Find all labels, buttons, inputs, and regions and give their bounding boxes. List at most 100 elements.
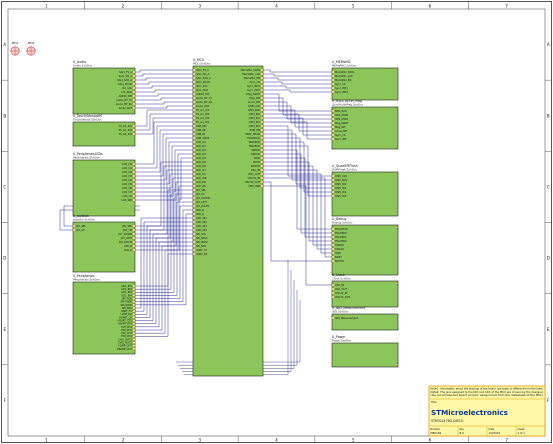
sheet-symbol-qspi: U_QuadSPIFlashQSPIFlash.SchDocQSPI_CLKQS… [331,164,399,217]
sheet-entry [192,228,196,232]
sheet-entry-label: LCD_WR [196,176,207,180]
sheet-entry [132,74,136,78]
sheet-entry-label: USB_DP [196,128,206,132]
sheet-entry-label: Mag_INT [335,125,346,129]
sheet-entry-label: JOY_LEFT [195,200,208,204]
fiducial-label: MH1 [12,41,19,45]
sheet-entry-label: SAI1_FS_A [119,70,132,74]
sheet-entry [132,124,136,128]
sheet-entry [192,252,196,256]
net-wire [135,125,193,169]
sheet-symbol-mcu: U_MCUMCU.SchDocMemsMic_DATAMemsMic_CLKMe… [192,58,264,377]
sheet-symbol-filename: TouchSensor.SchDoc [72,117,102,121]
net-wire [263,85,332,89]
sheet-entry-label: Accel_INT [248,100,261,104]
sheet-entry [192,244,196,248]
sheet-entry [132,313,136,316]
net-wire [263,109,332,128]
sheet-entry-label: SPI2_MISO [335,117,348,121]
sheet-entry-label: Audio_BT_Tx [196,96,212,100]
sheet-entry-label: LCD_D6 [196,164,206,168]
sheet-entry [331,125,335,129]
sheet-entry [192,152,196,156]
sheet-entry-label: UART_RX [196,252,208,256]
sheet-entry-label: OSC32_OUT [335,295,351,299]
sheet-symbol-filename: Debug.SchDoc [332,220,353,224]
frame-col-number: 4 [275,438,278,443]
sheet-entry [192,140,196,144]
frame-col-number: 6 [429,438,432,443]
sheet-entry-label: LCD_D4 [196,156,206,160]
title-value: STM32L476G-DISCO [431,419,464,423]
sheet-entry-label: TRACED1 [335,235,347,239]
sheet-entry-label: OSC_IN [335,283,344,287]
sheet-entry [260,180,264,184]
sheet-entry-label: OSC32_IN [248,176,260,180]
sheet-entry-label: SPI_MOSI [196,240,208,244]
net-wire [263,97,332,116]
net-wire [263,101,332,120]
frame-col-number: 1 [45,438,48,443]
sheet-entry [192,212,196,216]
net-wire [263,81,332,85]
sheet-entry-label: TRACED2 [335,239,347,243]
title-cell-label: Number [431,428,441,431]
title-cell-value: 1 of 1 [518,431,526,435]
sheet-entry [132,228,136,232]
frame-col-number: 5 [352,438,355,443]
sheet-entry-label: BOOT0 [335,259,344,263]
sheet-entry-label: OSC32_IN [335,291,347,295]
sheet-entry [192,196,196,200]
sheet-entry [192,116,196,120]
sheet-entry-label: TRACECLK [247,136,260,140]
sheet-entry [192,88,196,92]
sheet-entry [132,322,136,325]
net-wire [263,93,332,112]
sheet-symbol-filename: MCU.SchDoc [193,61,211,65]
sheet-entry-label: VDD_USB [248,184,260,188]
frame-col-number: 4 [275,4,278,9]
sheet-entry [331,247,335,251]
sheet-entry [260,164,264,168]
title-label: Title [431,400,437,404]
frame-col-number: 3 [199,4,202,9]
sheet-symbol-mems: U_MEMsMICMEMsMIC.SchDocMemsMic_DATAMemsM… [331,60,399,101]
sheet-entry-label: TRACED1 [248,144,260,148]
sheet-entry [331,74,335,78]
net-wire [263,77,332,81]
sheet-entry-label: SAI1_SCK_A [196,76,211,80]
sheet-entry-label: LCD_RD [196,180,206,184]
sheet-entry [132,106,136,110]
sheet-entry-label: NRST [335,255,342,259]
sheet-entry [192,160,196,164]
sheet-entry [132,198,136,202]
sheet-entry-label: LCD_D7 [196,168,206,172]
sheet-entry-label: LCD_D3 [196,152,206,156]
sheet-entry [331,194,335,198]
sheet-entry-label: USB_DM [196,124,206,128]
sheet-entry [331,78,335,82]
schematic-sheet: 11223344556677AABBCCDDEEFF MH1 MH2 U_Audi… [0,0,553,444]
title-block: Note1: Information about the stackup of … [428,385,546,437]
sheet-entry-label: BOOT0 [251,164,260,168]
sheet-entry [132,244,136,248]
sheet-entry [132,310,136,313]
sheet-symbol-debug: U_DebugDebug.SchDocTRACECLKTRACED0TRACED… [331,217,399,276]
sheet-entry-label: Gyro_CS [335,82,346,86]
sheet-entry [72,224,76,228]
net-wire [135,69,193,73]
sheet-entry [192,132,196,136]
net-wire [135,77,193,81]
sheet-entry-label: SAI1_SD_A [119,74,133,78]
sheet-entry [132,347,136,350]
sheet-entry-label: JOY_SEL [121,224,133,228]
net-wire [263,73,332,77]
sheet-entry-label: TS_G1_IO3 [119,132,133,136]
sheet-entry-label: LED_G [196,212,204,216]
sheet-entry-label: ADC_IN3 [196,224,207,228]
sheet-entry [260,144,264,148]
sheet-entry-label: I2C1_SCL [196,84,208,88]
sheet-entry-label: QSPI_CLK [335,174,347,178]
net-wire [135,129,193,173]
sheet-entry [192,184,196,188]
